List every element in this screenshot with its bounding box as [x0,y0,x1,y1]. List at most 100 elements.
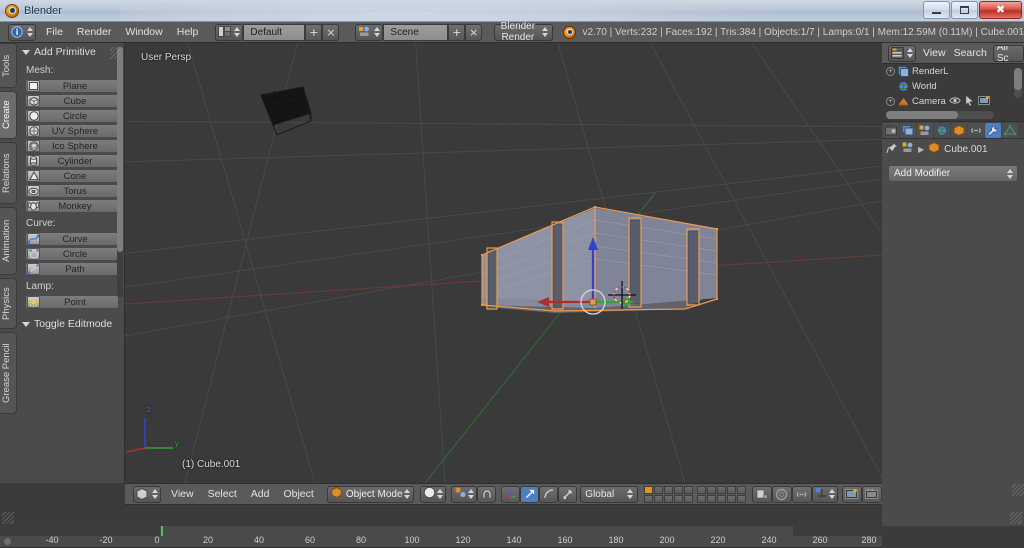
translate-manipulator-button[interactable] [520,485,540,503]
outliner-hscrollbar[interactable] [886,111,994,119]
view3d-menu-view[interactable]: View [164,484,201,505]
timeline-ruler[interactable]: -40 -20 0 20 40 60 80 100 120 140 160 18… [0,526,882,548]
expand-icon[interactable]: + [886,97,895,106]
render-animation-button[interactable] [861,485,882,503]
layer-cell[interactable] [683,485,693,494]
tab-grease-pencil[interactable]: Grease Pencil [0,332,17,414]
add-cone-button[interactable]: Cone [25,169,119,183]
layer-cell[interactable] [683,494,693,503]
properties-tab-render[interactable] [883,122,899,138]
scale-manipulator-button[interactable] [558,485,578,503]
layer-cell[interactable] [643,494,653,503]
layer-cell[interactable] [653,485,663,494]
scene-name-field[interactable]: Scene [383,23,449,41]
outliner-display-mode-dropdown[interactable]: All Sc [992,44,1024,62]
tab-tools[interactable]: Tools [0,43,17,88]
outliner-row-camera[interactable]: + Camera [882,94,1024,109]
panel-header-toggle-editmode[interactable]: Toggle Editmode [18,315,124,333]
editor-type-selector-view3d[interactable] [133,485,161,503]
rotate-manipulator-button[interactable] [539,485,559,503]
transform-orientation-dropdown[interactable]: Global [580,485,638,503]
tab-create[interactable]: Create [0,91,17,139]
object-cube-icon[interactable] [928,142,940,156]
layer-cell[interactable] [726,485,736,494]
editor-type-selector-outliner[interactable] [888,44,916,62]
tab-physics[interactable]: Physics [0,278,17,329]
add-curve-button[interactable]: Curve [25,232,119,246]
maximize-button[interactable] [951,1,978,19]
pivot-point-dropdown[interactable] [451,485,478,503]
menu-file[interactable]: File [39,22,70,43]
add-circle-button[interactable]: Circle [25,109,119,123]
render-restrict-icon[interactable] [977,95,990,109]
interaction-mode-dropdown[interactable]: Object Mode [326,485,415,503]
layer-cell[interactable] [706,485,716,494]
menu-help[interactable]: Help [170,22,206,43]
properties-tab-modifier[interactable] [985,122,1001,138]
properties-tab-render-layers[interactable] [900,122,916,138]
add-scene-button[interactable]: + [448,23,466,41]
view3d-menu-select[interactable]: Select [201,484,244,505]
layer-cell[interactable] [736,494,746,503]
copy-on-selected-dropdown[interactable] [811,485,838,503]
layer-cell[interactable] [706,494,716,503]
properties-tab-world[interactable] [934,122,950,138]
add-point-lamp-button[interactable]: Point [25,295,119,309]
cursor-arrow-icon[interactable] [965,94,974,109]
delete-screen-layout-button[interactable]: × [322,23,340,41]
render-preview-toggle[interactable] [771,485,792,503]
layer-cell[interactable] [663,485,673,494]
delete-scene-button[interactable]: × [465,23,483,41]
layer-cell[interactable] [726,494,736,503]
render-engine-dropdown[interactable]: Blender Render [494,21,554,43]
scene-layers-grid[interactable] [643,485,746,503]
add-plane-button[interactable]: Plane [25,79,119,93]
outliner-row-world[interactable]: World [882,79,1024,94]
pin-icon[interactable] [886,141,898,157]
layer-cell[interactable] [673,485,683,494]
layer-cell[interactable] [716,494,726,503]
tool-shelf-scrollbar[interactable] [117,47,123,297]
tab-animation[interactable]: Animation [0,207,17,275]
proportional-edit-toggle[interactable] [751,485,772,503]
panel-header-add-primitive[interactable]: Add Primitive [18,43,124,61]
outliner-tree[interactable]: + RenderL World + Camera [882,64,1024,121]
outliner-vscrollbar[interactable] [1014,68,1022,98]
eye-icon[interactable] [949,96,961,108]
layer-cell[interactable] [736,485,746,494]
add-uv-sphere-button[interactable]: UV Sphere [25,124,119,138]
expand-icon[interactable]: + [886,67,895,76]
scene-icon[interactable] [902,142,914,156]
screen-layout-type-button[interactable] [215,23,244,41]
screen-layout-name-field[interactable]: Default [243,23,306,41]
render-image-button[interactable] [841,485,862,503]
outliner-menu-view[interactable]: View [919,43,950,64]
manipulator-toggle[interactable] [501,485,521,503]
minimize-button[interactable] [923,1,950,19]
add-monkey-button[interactable]: Monkey [25,199,119,213]
add-modifier-button[interactable]: Add Modifier [888,165,1018,182]
layer-cell[interactable] [663,494,673,503]
layer-cell[interactable] [696,485,706,494]
outliner-menu-search[interactable]: Search [950,43,991,64]
add-torus-button[interactable]: Torus [25,184,119,198]
viewport-shading-dropdown[interactable] [420,485,447,503]
properties-tab-constraints[interactable] [968,122,984,138]
add-curve-circle-button[interactable]: Circle [25,247,119,261]
add-screen-layout-button[interactable]: + [305,23,323,41]
add-path-button[interactable]: Path [25,262,119,276]
properties-tab-scene[interactable] [917,122,933,138]
link-toggle[interactable] [791,485,812,503]
close-button[interactable]: ✖ [979,1,1022,19]
view3d-menu-add[interactable]: Add [244,484,277,505]
add-cylinder-button[interactable]: Cylinder [25,154,119,168]
outliner-row-renderlayers[interactable]: + RenderL [882,64,1024,79]
scene-browse-button[interactable] [355,23,384,41]
snap-magnet-toggle[interactable] [477,485,497,503]
view3d-menu-object[interactable]: Object [276,484,320,505]
properties-tab-object[interactable] [951,122,967,138]
layer-cell[interactable] [696,494,706,503]
layer-cell[interactable] [643,485,653,494]
editor-type-selector-info[interactable] [8,23,36,41]
3d-viewport[interactable]: User Persp (1) Cube.001 z y x [125,43,882,483]
